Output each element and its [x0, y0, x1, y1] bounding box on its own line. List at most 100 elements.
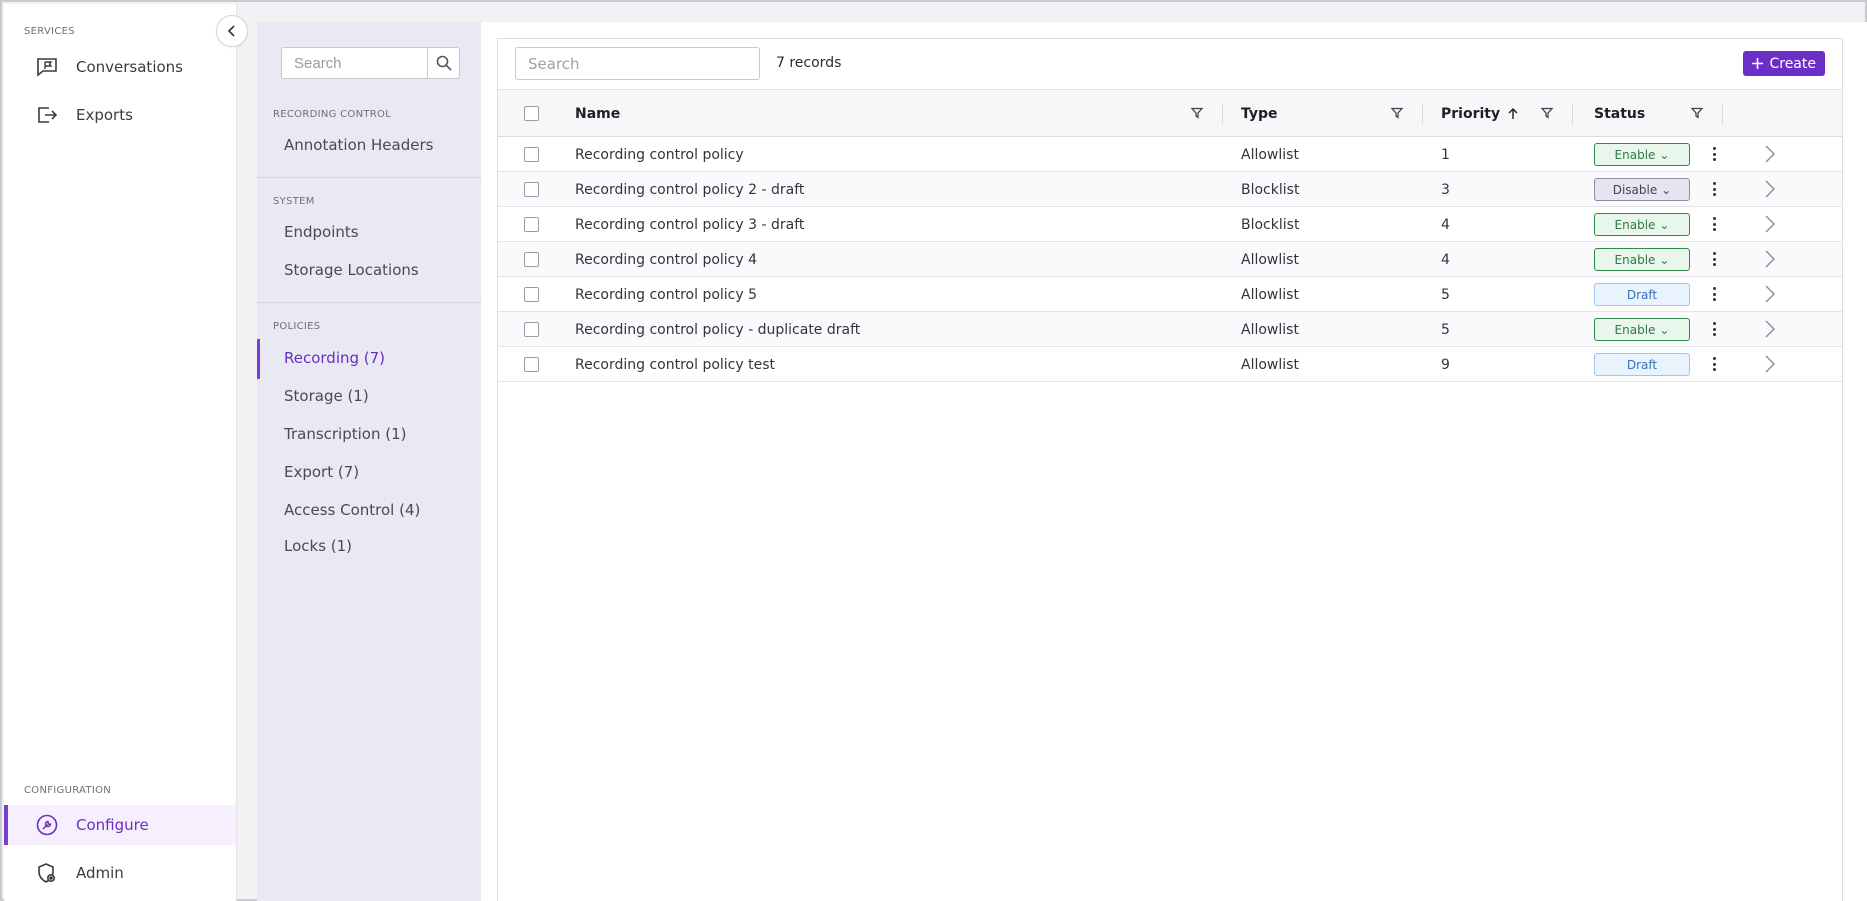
policy-name[interactable]: Recording control policy 2 - draft — [575, 182, 804, 198]
policy-type: Allowlist — [1241, 322, 1299, 338]
chevron-right-icon[interactable] — [1764, 180, 1776, 198]
chevron-down-icon: ⌄ — [1659, 217, 1670, 232]
plus-icon — [1752, 58, 1764, 69]
policy-type: Allowlist — [1241, 147, 1299, 163]
create-button[interactable]: Create — [1743, 51, 1825, 76]
nav-item-label: Conversations — [76, 58, 183, 76]
subnav-search-input[interactable]: Search — [281, 47, 427, 79]
subnav-item-export[interactable]: Export (7) — [284, 463, 359, 481]
more-actions-icon[interactable] — [1711, 322, 1717, 336]
status-dropdown[interactable]: Enable ⌄ — [1594, 213, 1690, 236]
policy-name[interactable]: Recording control policy - duplicate dra… — [575, 322, 860, 338]
table-row[interactable]: Recording control policy Allowlist 1 Ena… — [498, 137, 1842, 172]
status-dropdown[interactable]: Enable ⌄ — [1594, 318, 1690, 341]
nav-item-label: Configure — [76, 816, 149, 834]
nav-item-admin[interactable]: Admin — [4, 853, 236, 893]
section-label-system: SYSTEM — [273, 196, 315, 207]
column-separator — [1222, 104, 1223, 124]
more-actions-icon[interactable] — [1711, 182, 1717, 196]
chevron-right-icon[interactable] — [1764, 355, 1776, 373]
row-checkbox[interactable] — [524, 147, 539, 162]
services-section-label: SERVICES — [24, 26, 75, 37]
policy-type: Blocklist — [1241, 217, 1300, 233]
divider — [257, 177, 481, 178]
subnav-search-button[interactable] — [427, 47, 460, 79]
policy-priority: 5 — [1441, 322, 1450, 338]
table-row[interactable]: Recording control policy test Allowlist … — [498, 347, 1842, 382]
status-badge: Draft — [1594, 283, 1690, 306]
column-header-priority[interactable]: Priority — [1441, 106, 1518, 122]
policy-name[interactable]: Recording control policy 3 - draft — [575, 217, 804, 233]
policy-type: Blocklist — [1241, 182, 1300, 198]
column-separator — [1422, 104, 1423, 124]
subnav-item-endpoints[interactable]: Endpoints — [284, 223, 359, 241]
configuration-section-label: CONFIGURATION — [24, 785, 112, 796]
primary-sidebar: SERVICES Conversations Exports CONFIGURA… — [4, 4, 237, 901]
subnav-item-storage-locations[interactable]: Storage Locations — [284, 261, 419, 279]
select-all-checkbox[interactable] — [524, 106, 539, 121]
row-checkbox[interactable] — [524, 357, 539, 372]
chevron-right-icon[interactable] — [1764, 215, 1776, 233]
policy-type: Allowlist — [1241, 252, 1299, 268]
status-dropdown[interactable]: Enable ⌄ — [1594, 143, 1690, 166]
chevron-right-icon[interactable] — [1764, 250, 1776, 268]
table-row[interactable]: Recording control policy - duplicate dra… — [498, 312, 1842, 347]
policy-name[interactable]: Recording control policy — [575, 147, 744, 163]
table-search-input[interactable]: Search — [515, 47, 760, 80]
row-checkbox[interactable] — [524, 322, 539, 337]
policy-table-panel: Search 7 records Create Name Type Priori… — [497, 38, 1843, 901]
app-frame: SERVICES Conversations Exports CONFIGURA… — [0, 0, 1867, 901]
filter-icon[interactable] — [1391, 107, 1403, 119]
chevron-down-icon: ⌄ — [1661, 182, 1672, 197]
table-row[interactable]: Recording control policy 3 - draft Block… — [498, 207, 1842, 242]
chat-flag-icon — [34, 56, 60, 78]
more-actions-icon[interactable] — [1711, 217, 1717, 231]
nav-item-label: Admin — [76, 864, 124, 882]
chevron-left-icon — [227, 25, 235, 37]
more-actions-icon[interactable] — [1711, 357, 1717, 371]
nav-item-configure[interactable]: Configure — [4, 805, 236, 845]
subnav-item-recording[interactable]: Recording (7) — [284, 349, 385, 367]
policy-name[interactable]: Recording control policy 4 — [575, 252, 757, 268]
chevron-down-icon: ⌄ — [1659, 147, 1670, 162]
policy-name[interactable]: Recording control policy 5 — [575, 287, 757, 303]
chevron-right-icon[interactable] — [1764, 285, 1776, 303]
status-badge: Draft — [1594, 353, 1690, 376]
row-checkbox[interactable] — [524, 252, 539, 267]
chevron-right-icon[interactable] — [1764, 320, 1776, 338]
filter-icon[interactable] — [1541, 107, 1553, 119]
table-row[interactable]: Recording control policy 5 Allowlist 5 D… — [498, 277, 1842, 312]
chevron-right-icon[interactable] — [1764, 145, 1776, 163]
table-row[interactable]: Recording control policy 4 Allowlist 4 E… — [498, 242, 1842, 277]
nav-item-exports[interactable]: Exports — [4, 95, 236, 135]
status-dropdown[interactable]: Enable ⌄ — [1594, 248, 1690, 271]
more-actions-icon[interactable] — [1711, 147, 1717, 161]
more-actions-icon[interactable] — [1711, 252, 1717, 266]
filter-icon[interactable] — [1691, 107, 1703, 119]
more-actions-icon[interactable] — [1711, 287, 1717, 301]
subnav-item-locks[interactable]: Locks (1) — [284, 537, 352, 555]
subnav-item-transcription[interactable]: Transcription (1) — [284, 425, 407, 443]
subnav-item-access-control[interactable]: Access Control (4) — [284, 501, 420, 519]
subnav-item-annotation-headers[interactable]: Annotation Headers — [284, 136, 433, 154]
filter-icon[interactable] — [1191, 107, 1203, 119]
nav-item-conversations[interactable]: Conversations — [4, 47, 236, 87]
column-header-status[interactable]: Status — [1594, 106, 1645, 122]
sort-ascending-icon — [1508, 108, 1518, 119]
chevron-down-icon: ⌄ — [1659, 252, 1670, 267]
chevron-down-icon: ⌄ — [1659, 322, 1670, 337]
column-header-name[interactable]: Name — [575, 106, 620, 122]
row-checkbox[interactable] — [524, 287, 539, 302]
subnav-item-storage[interactable]: Storage (1) — [284, 387, 369, 405]
policy-priority: 4 — [1441, 217, 1450, 233]
row-checkbox[interactable] — [524, 182, 539, 197]
policy-priority: 1 — [1441, 147, 1450, 163]
collapse-sidebar-button[interactable] — [216, 15, 248, 47]
row-checkbox[interactable] — [524, 217, 539, 232]
status-dropdown[interactable]: Disable ⌄ — [1594, 178, 1690, 201]
active-indicator — [257, 339, 260, 379]
policy-name[interactable]: Recording control policy test — [575, 357, 775, 373]
table-row[interactable]: Recording control policy 2 - draft Block… — [498, 172, 1842, 207]
export-icon — [34, 104, 60, 126]
column-header-type[interactable]: Type — [1241, 106, 1278, 122]
